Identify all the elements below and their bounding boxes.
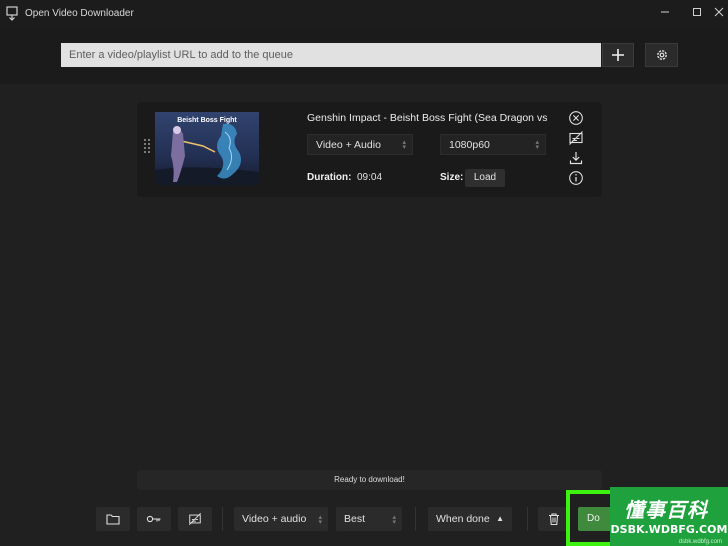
toolbar-divider [415,507,416,531]
gear-icon [656,50,667,60]
caret-up-icon: ▲ [496,514,504,523]
window-title: Open Video Downloader [25,8,134,19]
key-icon [146,515,161,523]
maximize-icon[interactable] [690,6,704,20]
video-thumbnail: Beisht Boss Fight [155,112,259,185]
settings-button[interactable] [645,43,678,67]
global-format-value: Video + audio [242,513,307,525]
format-select[interactable]: Video + Audio ▴ ▾ [307,134,413,155]
subtitles-button[interactable] [178,507,212,531]
load-size-button[interactable]: Load [465,169,505,187]
add-url-button[interactable] [602,43,634,67]
select-arrows-icon: ▴ ▾ [392,514,396,526]
global-quality-select[interactable]: Best ▴ ▾ [336,507,402,531]
watermark-domain: DSBK.WDBFG.COM [610,523,728,536]
toolbar-divider [222,507,223,531]
queue-item-card: Beisht Boss Fight Genshin Impact - Beish… [137,102,602,197]
quality-value: 1080p60 [449,139,490,151]
watermark-logo: 懂事百科 DSBK.WDBFG.COM dsbk.wdbfg.com [610,487,728,546]
info-icon[interactable] [568,170,584,186]
thumbnail-caption: Beisht Boss Fight [177,117,237,124]
drag-handle-icon[interactable] [143,138,151,156]
status-text: Ready to download! [137,470,602,490]
format-value: Video + Audio [316,139,381,151]
title-bar: Open Video Downloader [0,0,728,28]
watermark-small-domain: dsbk.wdbfg.com [678,539,722,545]
when-done-button[interactable]: When done ▲ [428,507,512,531]
minimize-icon[interactable] [658,6,672,20]
app-logo-icon [6,6,18,21]
select-arrows-icon: ▴ ▾ [318,514,322,526]
global-format-select[interactable]: Video + audio ▴ ▾ [234,507,328,531]
select-arrows-icon: ▴ ▾ [535,139,539,151]
download-icon[interactable] [568,150,584,166]
select-arrows-icon: ▴ ▾ [402,139,406,151]
open-folder-button[interactable] [96,507,130,531]
close-icon[interactable] [712,6,726,20]
when-done-label: When done [436,513,490,525]
no-subtitles-icon [188,512,202,526]
quality-select[interactable]: 1080p60 ▴ ▾ [440,134,546,155]
watermark-cn-text: 懂事百科 [624,498,708,522]
cookies-key-button[interactable] [137,507,171,531]
trash-icon [549,513,559,526]
folder-icon [106,514,120,525]
url-input[interactable] [61,43,601,67]
duration-label: Duration: [307,172,352,183]
video-title: Genshin Impact - Beisht Boss Fight (Sea … [307,112,547,124]
size-label: Size: [440,172,464,183]
global-quality-value: Best [344,513,366,525]
item-actions [568,110,590,190]
plus-icon [612,49,624,61]
toolbar-divider [527,507,528,531]
no-subtitles-icon[interactable] [568,130,584,146]
url-toolbar [0,28,728,84]
duration-value: 09:04 [357,172,383,183]
remove-icon[interactable] [568,110,584,126]
